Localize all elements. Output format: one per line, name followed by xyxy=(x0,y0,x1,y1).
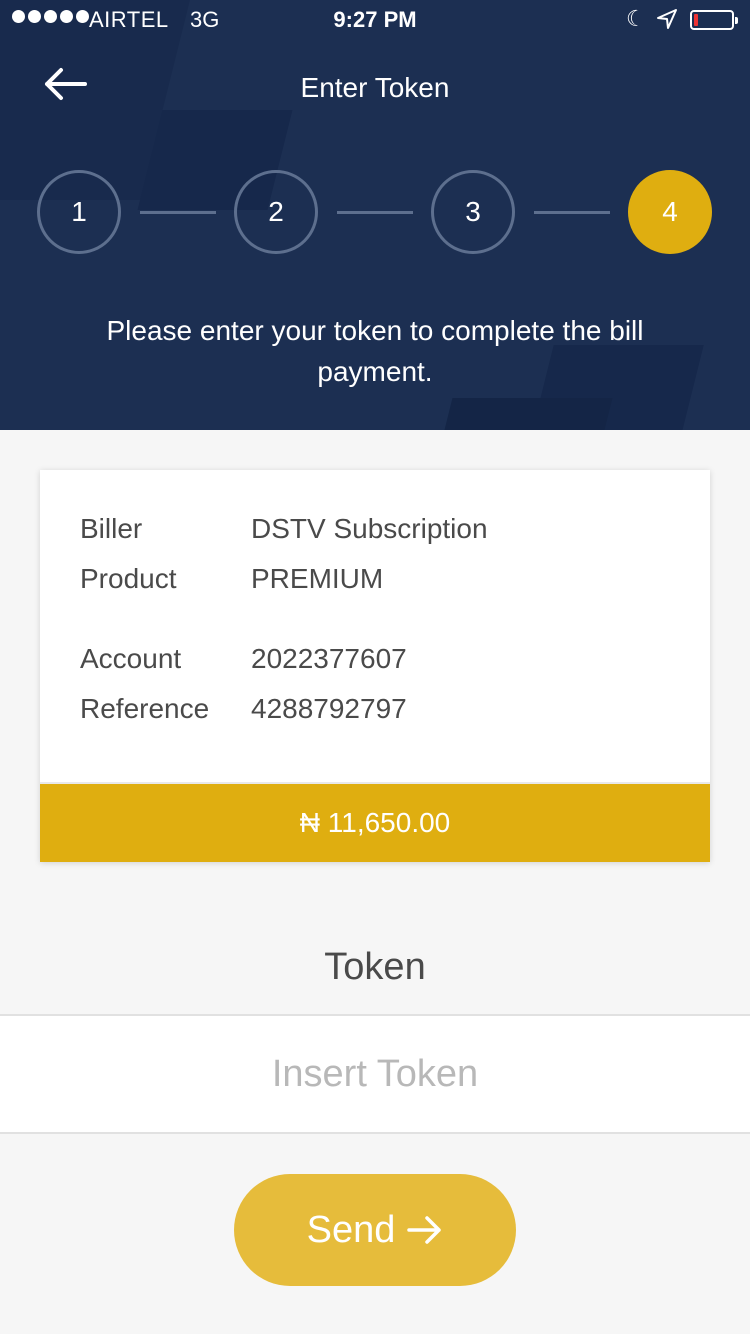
arrow-right-icon xyxy=(407,1216,442,1244)
amount-value: ₦ 11,650.00 xyxy=(299,807,451,838)
reference-row: Reference 4288792797 xyxy=(80,693,407,725)
battery-level xyxy=(694,14,698,26)
header-decoration xyxy=(437,398,613,430)
reference-value: 4288792797 xyxy=(251,693,407,724)
step-1: 1 xyxy=(37,170,121,254)
product-row: Product PREMIUM xyxy=(80,563,383,595)
send-button-label: Send xyxy=(306,1208,396,1251)
page-title: Enter Token xyxy=(300,72,450,103)
step-connector xyxy=(140,211,216,214)
do-not-disturb-icon: ☾ xyxy=(626,6,646,31)
header: AIRTEL 3G 9:27 PM ☾ Enter Token 1 2 3 4 … xyxy=(0,0,750,430)
location-icon xyxy=(656,8,678,36)
step-connector xyxy=(337,211,413,214)
reference-label: Reference xyxy=(80,693,210,724)
step-2: 2 xyxy=(234,170,318,254)
token-label: Token xyxy=(324,946,426,988)
payment-summary-card: Biller DSTV Subscription Product PREMIUM… xyxy=(40,470,710,862)
instruction-text: Please enter your token to complete the … xyxy=(106,315,644,387)
biller-row: Biller DSTV Subscription xyxy=(80,513,488,545)
step-3: 3 xyxy=(431,170,515,254)
account-value: 2022377607 xyxy=(251,643,407,674)
account-row: Account 2022377607 xyxy=(80,643,407,675)
step-connector xyxy=(534,211,610,214)
product-value: PREMIUM xyxy=(251,563,384,594)
biller-value: DSTV Subscription xyxy=(251,513,488,544)
product-label: Product xyxy=(80,563,177,594)
send-button[interactable]: Send xyxy=(234,1174,516,1286)
status-bar: AIRTEL 3G 9:27 PM ☾ xyxy=(0,0,750,40)
biller-label: Biller xyxy=(80,513,143,544)
step-4: 4 xyxy=(628,170,712,254)
battery-icon xyxy=(690,10,738,30)
account-label: Account xyxy=(80,643,182,674)
amount-bar: ₦ 11,650.00 xyxy=(40,782,710,862)
token-input[interactable] xyxy=(0,1014,750,1134)
